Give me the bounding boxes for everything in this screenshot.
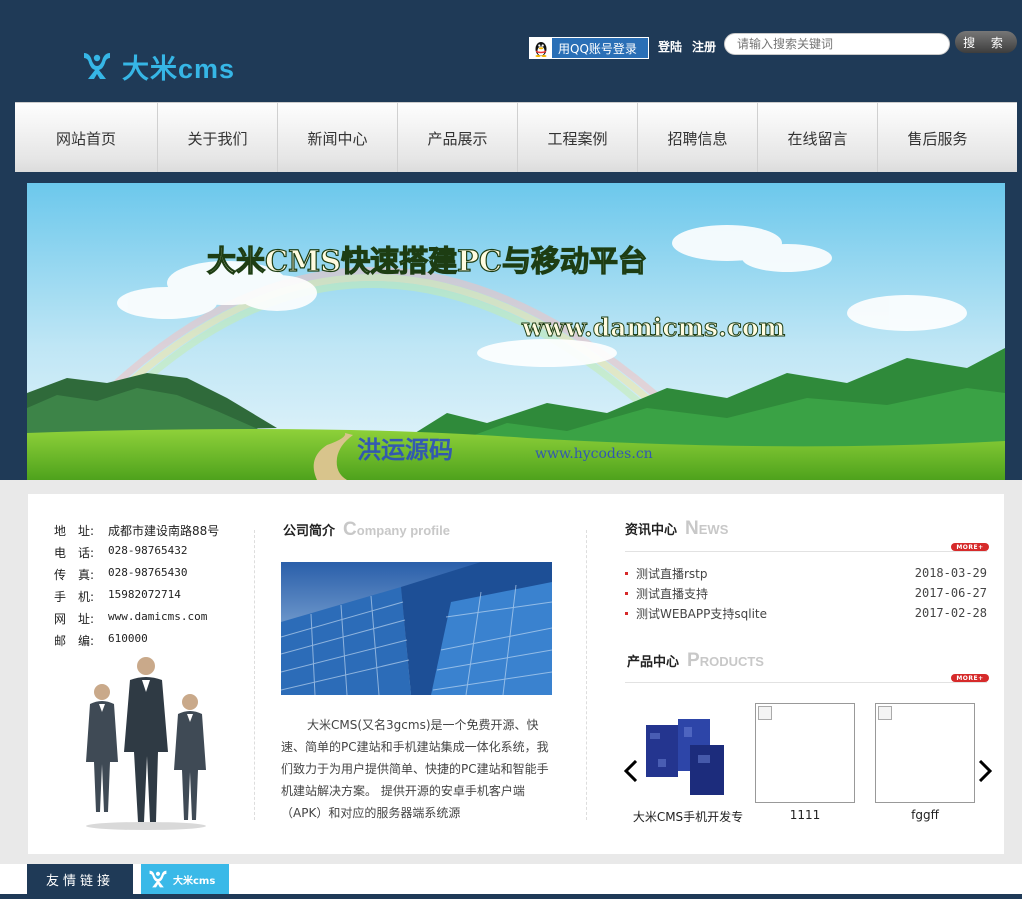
company-section-title: 公司简介 Company profile [283,519,450,541]
product-card[interactable]: 1111 [755,703,855,822]
contact-row: 传 真: 028-98765430 [54,566,219,588]
banner-watermark-url: www.hycodes.cn [535,446,653,462]
news-more-button[interactable]: MORE+ [951,543,989,551]
footer-rule [0,894,1022,899]
news-item-title[interactable]: 测试WEBAPP支持sqlite [625,605,767,622]
news-item-date: 2018-03-29 [914,566,987,580]
nav-item-news[interactable]: 新闻中心 [278,103,398,173]
logo-text: 大米cms [122,53,236,84]
news-title-en-rest: EWS [698,522,729,537]
company-description: 大米CMS(又名3gcms)是一个免费开源、快速、简单的PC建站和手机建站集成一… [281,718,549,820]
qq-login-label: 用QQ账号登录 [558,41,637,56]
news-section-title: 资讯中心 NEWS [625,518,728,540]
carousel-prev-arrow-icon[interactable] [624,760,638,782]
products-title-en-rest: RODUCTS [699,654,764,669]
contact-postcode: 610000 [108,632,148,645]
product-label[interactable]: 大米CMS手机开发专 [628,808,748,825]
news-title-en-initial: N [685,518,699,539]
banner-watermark-cn: 洪运源码 [357,436,453,464]
product-thumbnail [638,703,738,803]
search-button[interactable]: 搜 索 [955,31,1017,53]
news-list: 测试直播rstp 2018-03-29 测试直播支持 2017-06-27 测试WE… [625,563,987,623]
products-title-cn: 产品中心 [627,655,680,670]
contact-key: 手 机: [54,590,95,604]
products-more-button[interactable]: MORE+ [951,674,989,682]
products-title-en-initial: P [687,650,700,671]
site-logo[interactable]: 大米cms [80,48,235,84]
logo-mark-icon [84,53,110,79]
news-item-date: 2017-02-28 [914,606,987,620]
product-label[interactable]: fggff [865,808,985,822]
login-link[interactable]: 登陆 [658,38,682,55]
main-nav: 网站首页 关于我们 新闻中心 产品展示 工程案例 招聘信息 在线留言 售后服务 [15,102,1017,173]
product-label[interactable]: 1111 [745,808,865,822]
contact-mobile: 15982072714 [108,588,181,601]
carousel-next-arrow-icon[interactable] [978,760,992,782]
contact-address: 成都市建设南路88号 [108,524,220,538]
products-title-en: PRODUCTS [687,650,764,672]
contact-key: 网 址: [54,612,95,626]
broken-image-icon [758,706,772,720]
friend-link-logo[interactable]: 大米cms [141,864,229,894]
products-section-title: 产品中心 PRODUCTS [627,650,764,672]
contact-row: 地 址: 成都市建设南路88号 [54,522,219,544]
product-thumbnail [755,703,855,803]
hero-banner[interactable]: 大米CMS快速搭建PC与移动平台 www.damicms.com 洪运源码 ww… [27,183,1005,480]
product-thumbnail [875,703,975,803]
product-card[interactable]: fggff [875,703,975,822]
news-title-en: NEWS [685,518,728,540]
company-title-en-initial: C [343,519,357,540]
nav-item-home[interactable]: 网站首页 [15,103,158,173]
news-title-cn: 资讯中心 [625,523,678,538]
news-item-date: 2017-06-27 [914,586,987,600]
search-input[interactable] [724,33,950,55]
contact-key: 电 话: [54,546,95,560]
qq-login-button[interactable]: 用QQ账号登录 [529,37,649,59]
friend-logo-text: 大米cms [173,875,216,887]
product-card[interactable]: 大米CMS手机开发专 [633,703,743,824]
products-title-rule [625,682,987,683]
nav-item-products[interactable]: 产品展示 [398,103,518,173]
news-item[interactable]: 测试直播支持 2017-06-27 [625,583,987,603]
column-divider [254,530,255,820]
contact-row: 手 机: 15982072714 [54,588,219,610]
nav-item-service[interactable]: 售后服务 [878,103,997,173]
company-title-cn: 公司简介 [283,524,336,539]
banner-url: www.damicms.com [521,313,785,342]
company-building-image [281,562,552,695]
contact-key: 传 真: [54,568,95,582]
company-title-en: Company profile [343,519,450,541]
banner-headline: 大米CMS快速搭建PC与移动平台 [207,244,647,278]
business-people-image [86,657,206,830]
contact-key: 地 址: [54,524,95,538]
friend-logo-mark-icon [149,870,167,888]
company-title-en-rest: ompany profile [356,523,450,538]
broken-image-icon [878,706,892,720]
contact-row: 网 址: www.damicms.com [54,610,219,632]
contact-row: 邮 编: 610000 [54,632,219,654]
column-divider [586,530,587,820]
news-title-rule [625,551,987,552]
nav-item-jobs[interactable]: 招聘信息 [638,103,758,173]
contact-row: 电 话: 028-98765432 [54,544,219,566]
news-item[interactable]: 测试WEBAPP支持sqlite 2017-02-28 [625,603,987,623]
nav-item-cases[interactable]: 工程案例 [518,103,638,173]
news-item-title[interactable]: 测试直播rstp [625,565,708,582]
contact-website[interactable]: www.damicms.com [108,610,207,632]
contact-fax: 028-98765430 [108,566,188,579]
news-item-title[interactable]: 测试直播支持 [625,585,708,602]
nav-item-about[interactable]: 关于我们 [158,103,278,173]
register-link[interactable]: 注册 [692,38,716,55]
contact-phone: 028-98765432 [108,544,188,557]
news-item[interactable]: 测试直播rstp 2018-03-29 [625,563,987,583]
contact-info: 地 址: 成都市建设南路88号 电 话: 028-98765432 传 真: 028-… [54,522,219,654]
qq-penguin-icon [530,38,552,58]
contact-key: 邮 编: [54,634,95,648]
nav-item-message[interactable]: 在线留言 [758,103,878,173]
friend-links-label: 友情链接 [27,864,133,894]
